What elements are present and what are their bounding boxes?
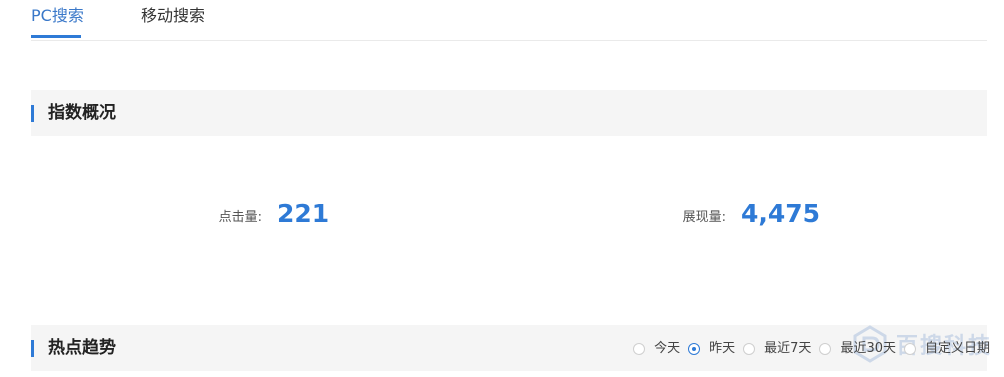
clicks-value: 221 — [277, 199, 330, 228]
radio-circle-checked-icon[interactable] — [688, 343, 701, 355]
radio-yesterday[interactable]: 昨天 — [688, 340, 735, 358]
radio-circle-icon[interactable] — [819, 343, 832, 355]
trend-title: 热点趋势 — [48, 338, 116, 358]
radio-label: 昨天 — [709, 341, 736, 356]
radio-last-7-days[interactable]: 最近7天 — [743, 340, 811, 358]
section-accent-bar — [31, 105, 34, 122]
radio-today[interactable]: 今天 — [633, 340, 680, 358]
overview-title: 指数概况 — [48, 103, 116, 123]
radio-label: 自定义日期 — [924, 341, 990, 356]
tab-pc-search[interactable]: PC搜索 — [31, 6, 84, 38]
clicks-stat: 点击量: 221 — [219, 198, 330, 230]
impressions-label: 展现量: — [682, 210, 726, 225]
clicks-label: 点击量: — [218, 210, 262, 225]
date-range-radio-group: 今天 昨天 最近7天 最近30天 自定义日期 — [633, 339, 990, 359]
page: PC搜索 移动搜索 指数概况 点击量: 221 展现量: 4,475 热点趋势 … — [0, 0, 1004, 377]
section-accent-bar — [31, 340, 34, 357]
impressions-value: 4,475 — [741, 199, 821, 228]
radio-circle-icon[interactable] — [743, 343, 756, 355]
radio-last-30-days[interactable]: 最近30天 — [819, 340, 896, 358]
radio-custom-date[interactable]: 自定义日期 — [903, 340, 990, 358]
search-type-tabs: PC搜索 移动搜索 — [31, 0, 987, 41]
radio-label: 最近7天 — [764, 341, 812, 356]
radio-circle-icon[interactable] — [633, 343, 646, 355]
impressions-stat: 展现量: 4,475 — [683, 198, 821, 230]
radio-label: 今天 — [654, 341, 681, 356]
radio-label: 最近30天 — [840, 341, 896, 356]
tab-mobile-search[interactable]: 移动搜索 — [141, 6, 205, 26]
overview-section-header: 指数概况 — [31, 90, 987, 136]
radio-circle-icon[interactable] — [903, 343, 916, 355]
